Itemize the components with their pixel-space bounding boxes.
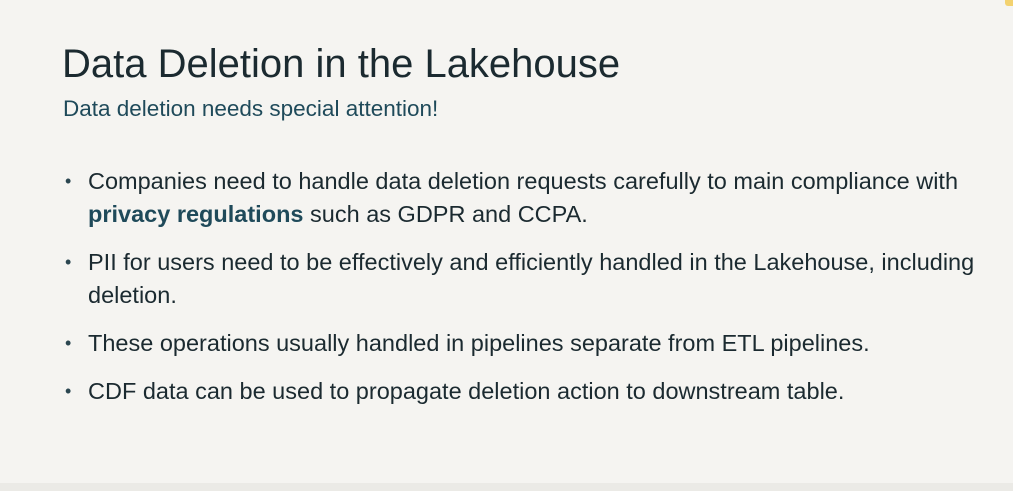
- slide: Data Deletion in the Lakehouse Data dele…: [0, 0, 1013, 491]
- slide-title: Data Deletion in the Lakehouse: [62, 42, 621, 86]
- bullet-dot-icon: •: [65, 252, 72, 272]
- corner-marker: [1005, 0, 1013, 6]
- bullet-text-before: Companies need to handle data deletion r…: [88, 168, 959, 194]
- bullet-item: • CDF data can be used to propagate dele…: [62, 375, 982, 408]
- bullet-dot-icon: •: [65, 171, 72, 191]
- bullet-emphasis: privacy regulations: [88, 201, 304, 227]
- bullet-dot-icon: •: [65, 381, 72, 401]
- bottom-band: [0, 483, 1013, 491]
- bullet-item: • Companies need to handle data deletion…: [62, 165, 982, 231]
- bullet-dot-icon: •: [65, 333, 72, 353]
- bullet-text: PII for users need to be effectively and…: [88, 249, 975, 308]
- bullet-text-after: such as GDPR and CCPA.: [303, 201, 588, 227]
- bullet-list: • Companies need to handle data deletion…: [62, 165, 982, 423]
- bullet-text: CDF data can be used to propagate deleti…: [88, 378, 845, 404]
- bullet-text: These operations usually handled in pipe…: [88, 330, 870, 356]
- bullet-item: • PII for users need to be effectively a…: [62, 246, 982, 312]
- bullet-item: • These operations usually handled in pi…: [62, 327, 982, 360]
- slide-subtitle: Data deletion needs special attention!: [63, 96, 439, 121]
